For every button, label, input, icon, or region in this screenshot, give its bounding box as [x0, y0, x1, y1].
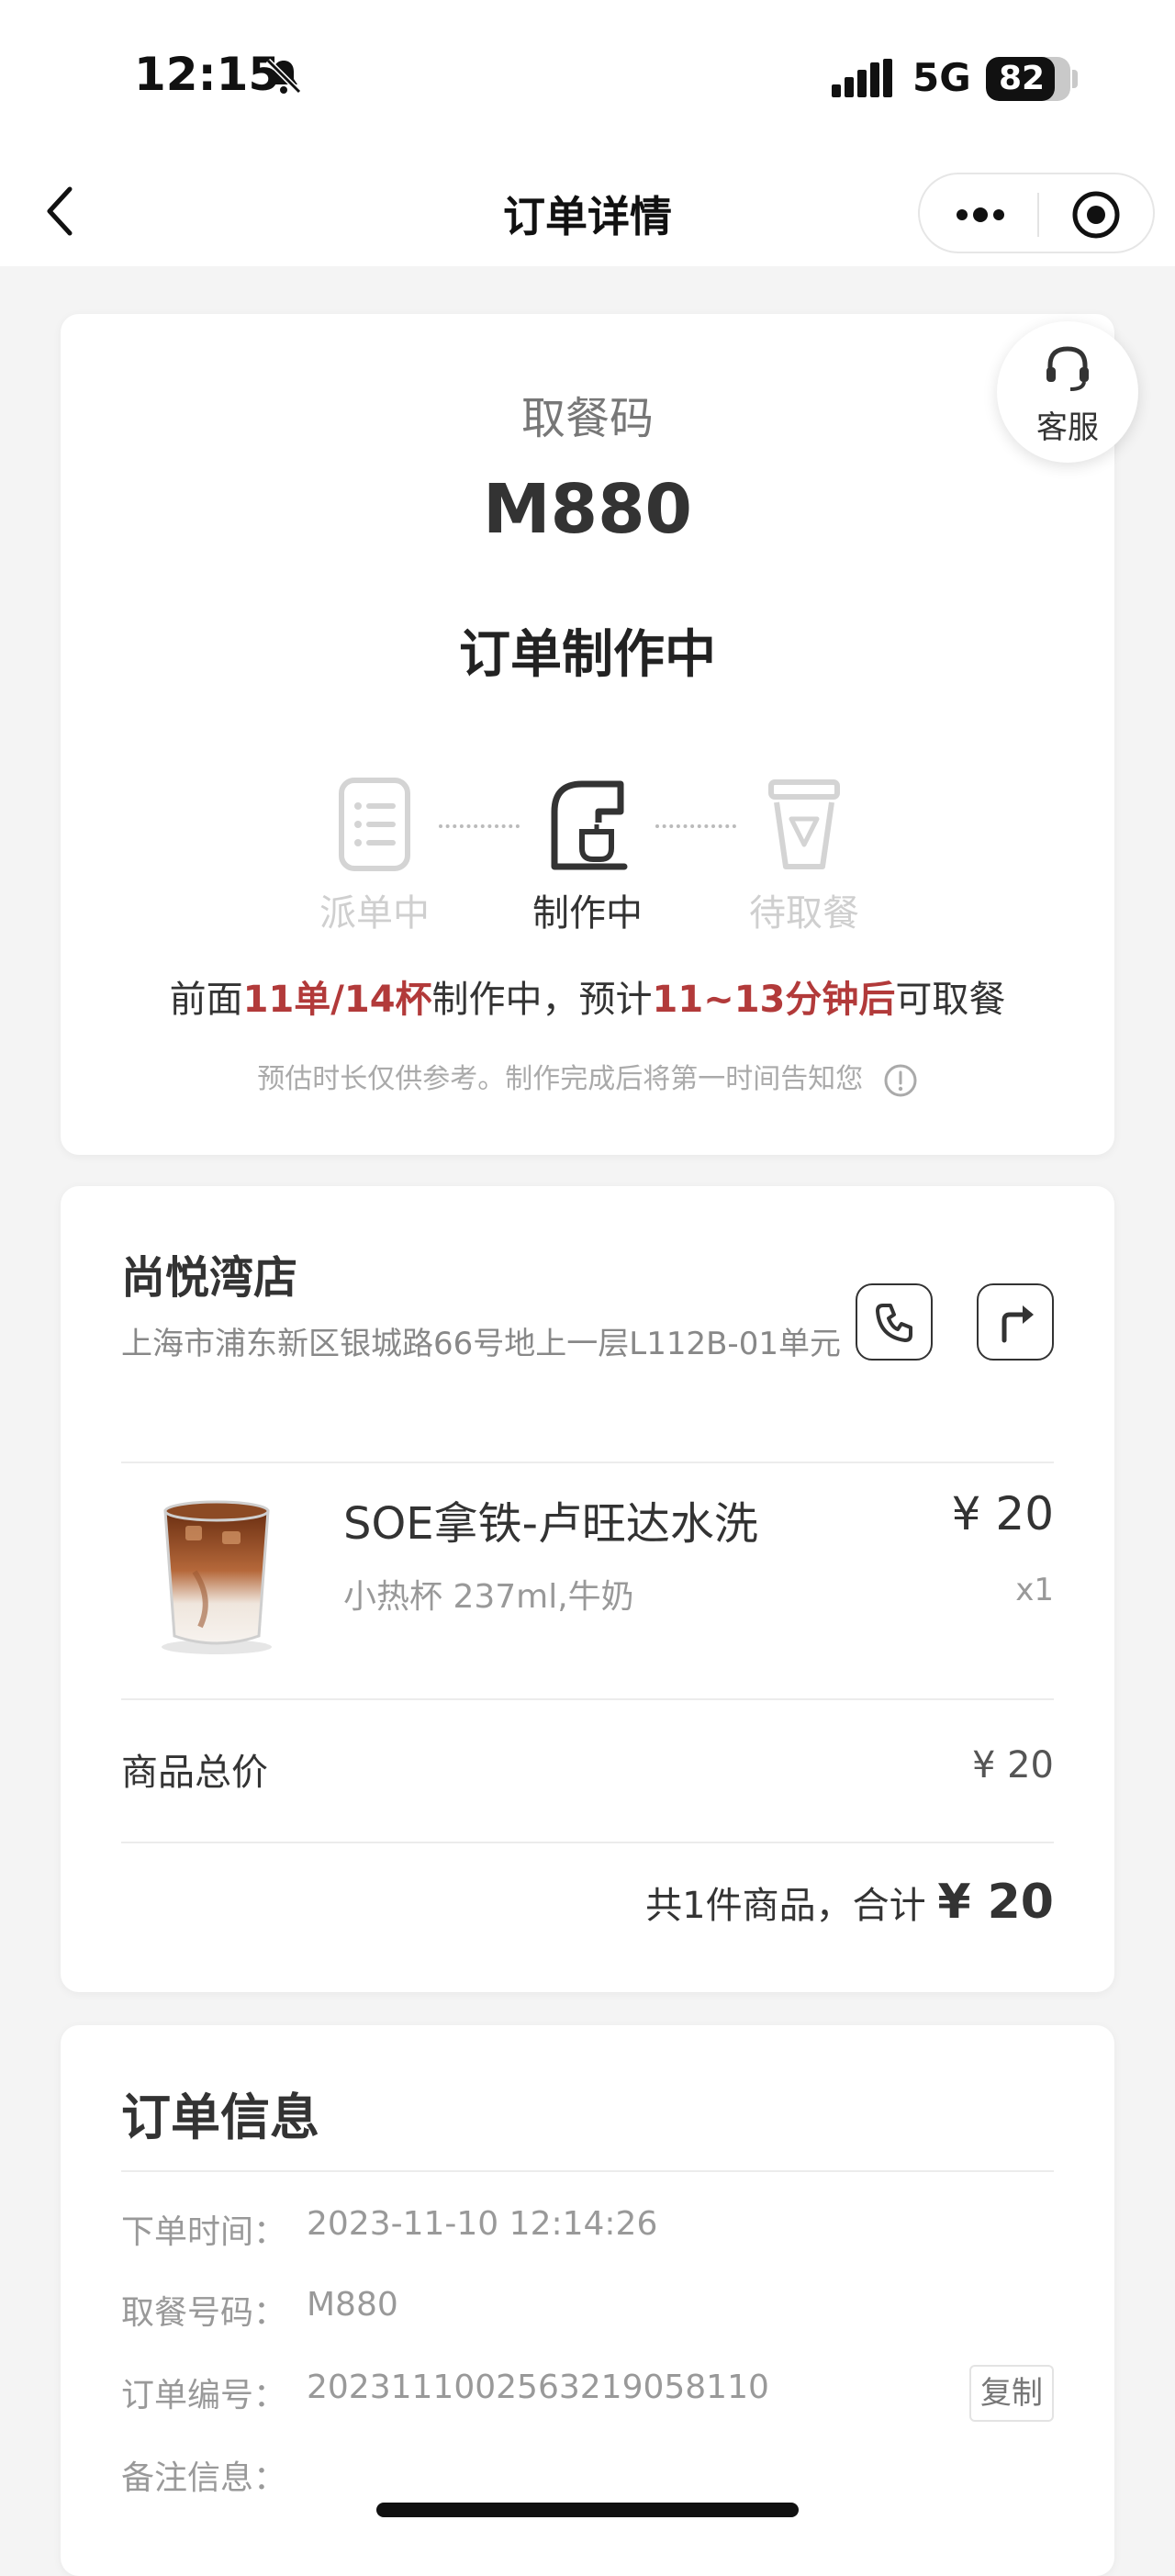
call-store-button[interactable] [856, 1283, 933, 1361]
store-order-card: 尚悦湾店 上海市浦东新区银城路66号地上一层L112B-01单元 SOE拿铁-卢… [61, 1186, 1114, 1992]
eta-message: 前面11单/14杯制作中，预计11~13分钟后可取餐 [61, 969, 1114, 1023]
status-time: 12:15 [134, 48, 281, 101]
total-value: ¥ 20 [937, 1875, 1054, 1930]
store-name: 尚悦湾店 [121, 1252, 298, 1304]
eta-suffix: 可取餐 [895, 979, 1006, 1021]
customer-service-button[interactable]: 客服 [997, 321, 1138, 463]
order-total: 共1件商品，合计 ¥ 20 [645, 1875, 1054, 1930]
navigate-store-button[interactable] [977, 1283, 1054, 1361]
step-connector [439, 824, 520, 828]
miniprogram-capsule [918, 173, 1155, 253]
status-bar: 12:15 5G 82 [0, 0, 1175, 156]
eta-note-text: 预估时长仅供参考。制作完成后将第一时间告知您 [257, 1063, 864, 1095]
store-address: 上海市浦东新区银城路66号地上一层L112B-01单元 [121, 1326, 841, 1362]
order-info-card: 订单信息 下单时间： 2023-11-10 12:14:26 取餐号码： M88… [61, 2025, 1114, 2576]
product-name: SOE拿铁-卢旺达水洗 [343, 1498, 758, 1550]
info-icon[interactable] [883, 1063, 918, 1098]
step-label-making: 制作中 [532, 892, 643, 935]
battery-level: 82 [998, 60, 1046, 97]
step-label-ready: 待取餐 [749, 892, 859, 935]
order-time-value: 2023-11-10 12:14:26 [307, 2205, 658, 2243]
battery-icon: 82 [986, 57, 1070, 101]
remark-label: 备注信息： [121, 2459, 287, 2497]
latte-product-image [162, 1500, 272, 1654]
home-indicator[interactable] [376, 2503, 799, 2517]
order-status: 订单制作中 [459, 625, 716, 685]
bell-muted-icon [265, 58, 302, 95]
takeaway-cup-icon [768, 779, 840, 869]
divider [121, 2170, 1054, 2172]
eta-note: 预估时长仅供参考。制作完成后将第一时间告知您 [61, 1056, 1114, 1098]
nav-bar: 订单详情 [0, 156, 1175, 266]
order-number-value: 20231110025632190581​10 [307, 2369, 769, 2406]
navigation-route-icon [1002, 1305, 1034, 1343]
pickup-number-label: 取餐号码： [121, 2294, 287, 2332]
more-options-icon[interactable] [953, 198, 1008, 231]
pickup-card: 取餐码 M880 订单制作中 派单中 制作中 待取餐 前面11单/14杯制作中，… [61, 314, 1114, 1155]
pickup-code-label: 取餐码 [520, 393, 654, 444]
eta-minutes: 11~13分钟后 [652, 979, 896, 1021]
network-type: 5G [912, 55, 971, 100]
headset-icon [1046, 346, 1089, 391]
divider [121, 1698, 1054, 1700]
subtotal-label: 商品总价 [121, 1752, 268, 1794]
pickup-code: M880 [482, 470, 693, 549]
eta-middle: 制作中，预计 [431, 979, 653, 1021]
order-info-title: 订单信息 [121, 2089, 319, 2146]
step-connector [655, 824, 736, 828]
divider [121, 1842, 1054, 1843]
product-price: ¥ 20 [951, 1487, 1054, 1540]
dispatch-list-icon [339, 778, 410, 871]
battery-nub [1072, 70, 1078, 88]
order-time-label: 下单时间： [121, 2213, 287, 2251]
product-spec: 小热杯 237ml,牛奶 [343, 1578, 634, 1616]
cellular-signal-icon [832, 59, 892, 97]
order-number-label: 订单编号： [121, 2377, 287, 2414]
total-prefix: 共1件商品，合计 [645, 1885, 926, 1927]
product-quantity: x1 [1015, 1572, 1054, 1608]
subtotal-value: ¥ 20 [971, 1744, 1054, 1786]
pickup-number-value: M880 [307, 2286, 398, 2324]
coffee-machine-icon [551, 780, 628, 870]
eta-prefix: 前面 [169, 979, 243, 1021]
phone-icon [876, 1304, 912, 1342]
step-label-dispatch: 派单中 [319, 892, 430, 935]
divider [121, 1462, 1054, 1463]
eta-queue: 11单/14杯 [242, 979, 432, 1021]
customer-service-label: 客服 [1036, 409, 1099, 446]
capsule-divider [1037, 193, 1039, 237]
copy-order-number-button[interactable]: 复制 [969, 2365, 1054, 2422]
close-miniprogram-icon[interactable] [1070, 189, 1122, 241]
